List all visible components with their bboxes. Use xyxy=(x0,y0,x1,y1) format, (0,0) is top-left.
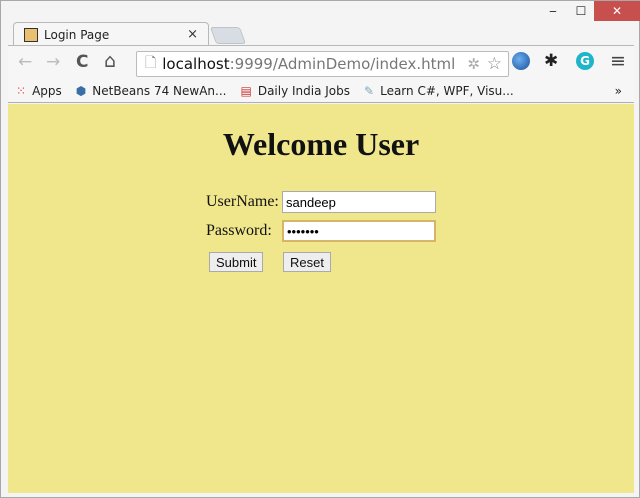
home-icon[interactable]: ⌂ xyxy=(104,50,116,72)
bookmarks-bar: ⁙ Apps ⬢ NetBeans 74 NewAn... ▤ Daily India… xyxy=(8,79,634,103)
tab-close-icon[interactable]: × xyxy=(187,27,198,42)
apps-grid-icon: ⁙ xyxy=(16,83,27,98)
grammarly-icon[interactable]: G xyxy=(576,52,594,70)
bookmark-label: NetBeans 74 NewAn... xyxy=(92,83,227,98)
browser-window: ‒ ☐ ✕ Login Page × ← → C ⌂ 🗋 localhost:9… xyxy=(0,0,640,498)
username-row: UserName: xyxy=(206,191,436,213)
bookmark-netbeans[interactable]: ⬢ NetBeans 74 NewAn... xyxy=(76,84,227,98)
learn-site-icon: ✎ xyxy=(364,83,375,98)
bookmarks-overflow-button[interactable]: » xyxy=(615,84,622,98)
toolbar: ← → C ⌂ 🗋 localhost:9999/AdminDemo/index… xyxy=(8,45,634,79)
username-input[interactable] xyxy=(282,191,436,213)
back-icon[interactable]: ← xyxy=(18,52,32,72)
address-bar[interactable]: 🗋 localhost:9999/AdminDemo/index.html ✲ … xyxy=(136,51,509,77)
tab-title: Login Page xyxy=(44,27,110,42)
close-window-button[interactable]: ✕ xyxy=(594,1,640,21)
reset-button[interactable]: Reset xyxy=(283,252,331,272)
bookmark-star-icon[interactable]: ☆ xyxy=(487,54,502,74)
netbeans-cube-icon: ⬢ xyxy=(75,83,87,98)
minimize-button[interactable]: ‒ xyxy=(538,1,568,21)
forward-icon[interactable]: → xyxy=(46,52,60,72)
tomcat-favicon-icon xyxy=(24,27,38,42)
reload-icon[interactable]: C xyxy=(76,52,88,72)
jobs-site-icon: ▤ xyxy=(240,83,252,98)
password-row: Password: xyxy=(206,220,436,242)
tab-login-page[interactable]: Login Page × xyxy=(13,22,209,46)
page-icon: 🗋 xyxy=(145,55,157,71)
menu-icon[interactable]: ≡ xyxy=(610,50,626,72)
bookmark-learn-csharp[interactable]: ✎ Learn C#, WPF, Visu... xyxy=(364,84,514,98)
page-content: Welcome User UserName: Password: Submit … xyxy=(8,104,634,493)
username-label: UserName: xyxy=(206,193,279,210)
globe-extension-icon[interactable] xyxy=(512,52,530,70)
extension-gear-icon[interactable]: ✲ xyxy=(467,55,480,73)
bookmark-label: Daily India Jobs xyxy=(257,83,351,98)
password-input[interactable] xyxy=(282,220,436,242)
bookmark-label: Learn C#, WPF, Visu... xyxy=(380,83,514,98)
url-path: :9999/AdminDemo/index.html xyxy=(229,55,456,73)
page-title: Welcome User xyxy=(222,126,420,162)
bookmark-daily-india-jobs[interactable]: ▤ Daily India Jobs xyxy=(240,84,350,98)
submit-button[interactable]: Submit xyxy=(209,252,264,272)
new-tab-button[interactable] xyxy=(209,27,247,44)
password-label: Password: xyxy=(206,222,272,239)
maximize-button[interactable]: ☐ xyxy=(566,1,596,21)
url-host: localhost xyxy=(162,55,230,73)
bookmark-label: Apps xyxy=(32,83,62,98)
settings-gear-icon[interactable]: ✱ xyxy=(544,51,558,71)
bookmark-apps[interactable]: ⁙ Apps xyxy=(16,84,62,98)
